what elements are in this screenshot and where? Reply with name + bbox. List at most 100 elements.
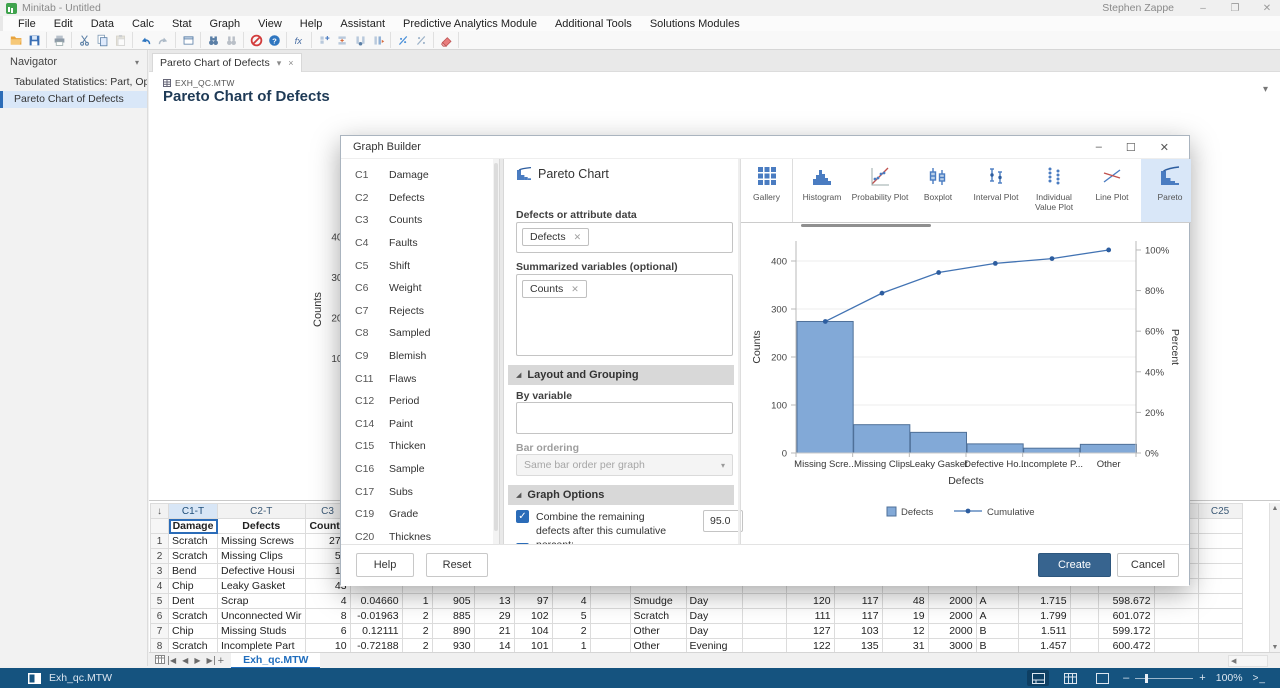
column-list-item-c5[interactable]: C5Shift	[341, 254, 493, 277]
gallery-item-pareto[interactable]: Pareto	[1141, 159, 1191, 222]
cell[interactable]: 1	[402, 594, 432, 609]
restore-window-icon[interactable]: ❐	[1228, 3, 1242, 14]
next-worksheet-icon[interactable]: ▶	[191, 656, 203, 665]
cell[interactable]: 1	[552, 639, 590, 653]
cell[interactable]: 598.672	[1098, 594, 1154, 609]
output-collapse-icon[interactable]: ▾	[1263, 84, 1268, 95]
cell[interactable]: 4	[552, 594, 590, 609]
cell[interactable]: Scratch	[169, 549, 218, 564]
cell[interactable]: 122	[786, 639, 834, 653]
cell[interactable]: 3000	[928, 639, 976, 653]
summarized-variables-field[interactable]: Counts ✕	[516, 274, 733, 356]
cell[interactable]: Scratch	[169, 639, 218, 653]
cell[interactable]: 135	[834, 639, 882, 653]
cell[interactable]: 102	[514, 609, 552, 624]
column-list-item-c3[interactable]: C3Counts	[341, 209, 493, 232]
cell[interactable]: 103	[834, 624, 882, 639]
insert-cells-icon[interactable]	[315, 32, 333, 48]
worksheet-view-icon[interactable]	[1059, 670, 1081, 686]
insert-columns-icon[interactable]	[351, 32, 369, 48]
cell[interactable]	[590, 624, 630, 639]
column-header-C1-T[interactable]: C1-T	[169, 504, 218, 519]
navigator-dropdown-icon[interactable]: ▾	[135, 58, 139, 67]
cell[interactable]	[1070, 594, 1098, 609]
row-number[interactable]: 4	[151, 579, 169, 594]
cell[interactable]: Missing Studs	[218, 624, 306, 639]
menu-data[interactable]: Data	[82, 18, 123, 30]
cell[interactable]: 2	[402, 639, 432, 653]
cell[interactable]: 0.04660	[350, 594, 402, 609]
cell[interactable]: 600.472	[1098, 639, 1154, 653]
gallery-scrollbar[interactable]	[741, 223, 1191, 228]
scroll-left-icon[interactable]: ◀	[1229, 657, 1236, 665]
select-graph-item-icon[interactable]	[394, 32, 412, 48]
cell[interactable]: Scrap	[218, 594, 306, 609]
column-list-item-c1[interactable]: C1Damage	[341, 164, 493, 187]
cell[interactable]	[1154, 624, 1198, 639]
cell[interactable]: Defective Housi	[218, 564, 306, 579]
column-list-item-c15[interactable]: C15Thicken	[341, 435, 493, 458]
find-next-icon[interactable]	[222, 32, 240, 48]
menu-edit[interactable]: Edit	[45, 18, 82, 30]
cell[interactable]: 2000	[928, 624, 976, 639]
cell[interactable]: Other	[630, 639, 686, 653]
cell[interactable]: Scratch	[169, 534, 218, 549]
menu-predictive-analytics-module[interactable]: Predictive Analytics Module	[394, 18, 546, 30]
menu-additional-tools[interactable]: Additional Tools	[546, 18, 641, 30]
gallery-item-probability-plot[interactable]: Probability Plot	[851, 159, 909, 222]
cell[interactable]: 5	[552, 609, 590, 624]
last-worksheet-icon[interactable]: ▶	[203, 656, 214, 665]
previous-worksheet-icon[interactable]: ◀	[179, 656, 191, 665]
column-name-C25[interactable]	[1198, 519, 1242, 534]
cell[interactable]: -0.01963	[350, 609, 402, 624]
cell[interactable]	[1198, 624, 1242, 639]
cell[interactable]: Unconnected Wir	[218, 609, 306, 624]
formula-icon[interactable]: fx	[290, 32, 308, 48]
cell[interactable]: 1.715	[1018, 594, 1070, 609]
cell[interactable]	[1198, 594, 1242, 609]
row-number[interactable]: 7	[151, 624, 169, 639]
worksheet-list-icon[interactable]	[149, 655, 168, 666]
cell[interactable]: 48	[882, 594, 928, 609]
layout-grouping-section[interactable]: ◢ Layout and Grouping	[508, 365, 734, 385]
cell[interactable]: B	[976, 624, 1018, 639]
cell[interactable]: A	[976, 609, 1018, 624]
cell[interactable]: Scratch	[630, 609, 686, 624]
row-number[interactable]: 1	[151, 534, 169, 549]
cell[interactable]: Scratch	[169, 609, 218, 624]
cell[interactable]: Smudge	[630, 594, 686, 609]
zoom-slider-thumb[interactable]	[1145, 674, 1148, 683]
zoom-slider[interactable]: – +	[1123, 672, 1206, 684]
combine-defects-checkbox[interactable]: ✓	[516, 510, 529, 523]
zoom-out-icon[interactable]: –	[1123, 672, 1129, 684]
menu-graph[interactable]: Graph	[201, 18, 250, 30]
print-icon[interactable]	[50, 32, 68, 48]
cell[interactable]	[1198, 534, 1242, 549]
cell[interactable]	[1198, 609, 1242, 624]
cell[interactable]	[1198, 549, 1242, 564]
zoom-in-icon[interactable]: +	[1199, 672, 1205, 684]
column-list-item-c2[interactable]: C2Defects	[341, 187, 493, 210]
column-list-item-c4[interactable]: C4Faults	[341, 232, 493, 255]
cell[interactable]: Leaky Gasket	[218, 579, 306, 594]
cell[interactable]: 97	[514, 594, 552, 609]
dialog-title-bar[interactable]: Graph Builder – ☐ ✕	[341, 136, 1189, 159]
column-list-item-c12[interactable]: C12Period	[341, 390, 493, 413]
counts-variable-chip[interactable]: Counts ✕	[522, 280, 587, 298]
cell[interactable]: 21	[474, 624, 514, 639]
eraser-icon[interactable]	[437, 32, 455, 48]
cell[interactable]	[1198, 639, 1242, 653]
cell[interactable]	[742, 594, 786, 609]
command-line-icon[interactable]: >_	[1253, 673, 1266, 684]
navigator-item-tabulated-statistics-part-operator[interactable]: Tabulated Statistics: Part, Operator	[0, 74, 147, 91]
cell[interactable]: 890	[432, 624, 474, 639]
move-columns-icon[interactable]	[369, 32, 387, 48]
cell[interactable]: Other	[630, 624, 686, 639]
cell[interactable]	[1198, 564, 1242, 579]
cell[interactable]: 1.457	[1018, 639, 1070, 653]
cell[interactable]	[742, 639, 786, 653]
cell[interactable]	[590, 594, 630, 609]
cell[interactable]: 601.072	[1098, 609, 1154, 624]
cumulative-percent-input[interactable]	[703, 510, 743, 532]
find-icon[interactable]	[204, 32, 222, 48]
